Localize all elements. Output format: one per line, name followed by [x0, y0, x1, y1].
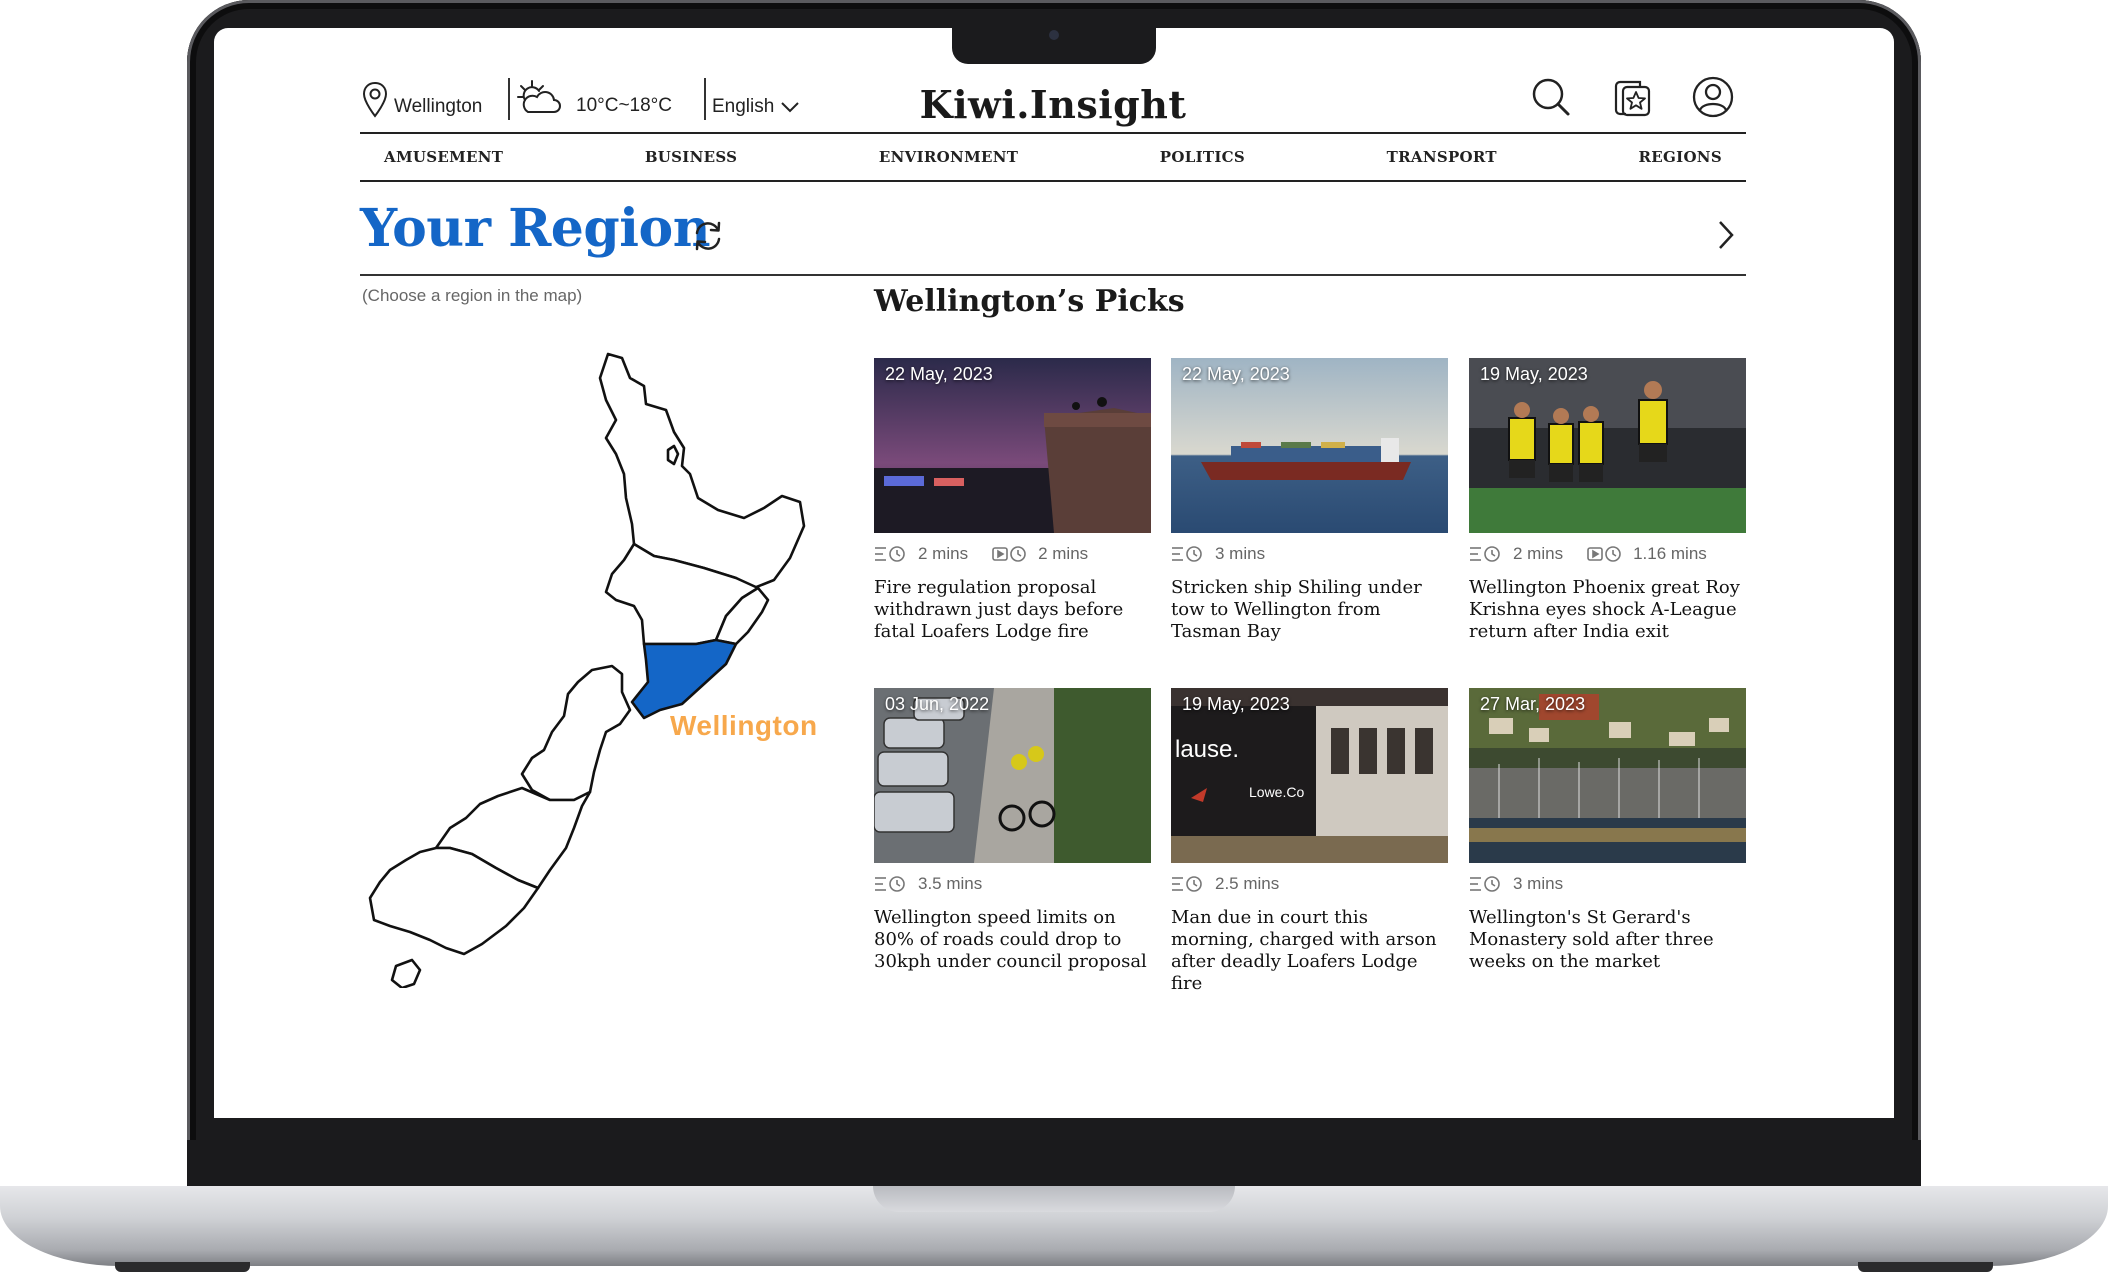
article-card[interactable]: 03 Jun, 2022 3.5 mins Wellington speed l… [874, 688, 1151, 973]
video-time: 1.16 mins [1633, 544, 1707, 563]
site-logo[interactable]: Kiwi.Insight [920, 82, 1187, 127]
divider [508, 78, 510, 120]
weather: 10°C~18°C [516, 78, 672, 118]
read-time-icon [1172, 876, 1202, 892]
read-time-icon [875, 546, 905, 562]
region-map [368, 352, 806, 988]
map-hint: (Choose a region in the map) [362, 286, 583, 305]
article-meta: 2 mins 2 mins [874, 543, 1151, 565]
nav-item-politics[interactable]: POLITICS [1160, 148, 1245, 166]
article-date: 27 Mar, 2023 [1480, 694, 1586, 714]
selected-region-label: Wellington [670, 710, 818, 741]
article-card[interactable]: 22 May, 2023 3 mins Stricken ship Shilin… [1171, 358, 1448, 643]
location-pin-icon [362, 81, 388, 118]
article-meta: 3 mins [1469, 873, 1746, 895]
image-sign-text: lause. [1175, 736, 1240, 763]
top-bar: Wellington 10°C~18°C English Kiwi.Insigh… [360, 72, 1746, 134]
read-time: 2 mins [918, 544, 969, 563]
article-thumbnail[interactable]: 22 May, 2023 [874, 358, 1151, 533]
article-thumbnail[interactable]: 22 May, 2023 [1171, 358, 1448, 533]
article-headline[interactable]: Stricken ship Shiling under tow to Welli… [1171, 577, 1453, 643]
read-time-icon [1172, 546, 1202, 562]
chevron-right-icon[interactable] [1710, 218, 1740, 252]
article-card[interactable]: 27 Mar, 2023 3 mins Wellington's St Gera… [1469, 688, 1746, 973]
read-time: 3 mins [1215, 544, 1266, 563]
main-nav: AMUSEMENT BUSINESS ENVIRONMENT POLITICS … [360, 134, 1746, 182]
article-date: 19 May, 2023 [1480, 364, 1588, 384]
article-card[interactable]: 19 May, 2023 2 mins 1.16 mins Wellington… [1469, 358, 1746, 643]
chevron-down-icon [781, 102, 800, 113]
article-headline[interactable]: Wellington speed limits on 80% of roads … [874, 907, 1156, 973]
screen: Wellington 10°C~18°C English Kiwi.Insigh… [214, 28, 1894, 1118]
user-account-icon[interactable] [1690, 74, 1736, 120]
article-meta: 2 mins 1.16 mins [1469, 543, 1746, 565]
section-title: Wellington’s Picks [874, 284, 1185, 319]
article-meta: 2.5 mins [1171, 873, 1448, 895]
weather-text: 10°C~18°C [576, 95, 673, 116]
laptop-foot-left [115, 1262, 250, 1272]
region-header: Your Region [360, 198, 1746, 276]
refresh-icon[interactable] [690, 218, 726, 254]
page-title: Your Region [360, 198, 711, 259]
video-time-icon [992, 546, 1026, 562]
favorites-icon[interactable] [1610, 74, 1656, 120]
article-meta: 3.5 mins [874, 873, 1151, 895]
video-time: 2 mins [1038, 544, 1089, 563]
map-island-stewart [390, 958, 422, 988]
map-region-wellington[interactable] [630, 638, 738, 720]
read-time-icon [1470, 546, 1500, 562]
location-selector[interactable]: Wellington [360, 80, 482, 120]
article-thumbnail[interactable]: 19 May, 2023 [1469, 358, 1746, 533]
article-headline[interactable]: Wellington's St Gerard's Monastery sold … [1469, 907, 1751, 973]
laptop-bezel [187, 1140, 1921, 1188]
search-icon[interactable] [1528, 74, 1574, 120]
read-time-icon [875, 876, 905, 892]
article-card[interactable]: lause. Lowe.Co 19 May, 2023 2.5 mins Man… [1171, 688, 1448, 995]
article-date: 19 May, 2023 [1182, 694, 1290, 714]
read-time: 3.5 mins [918, 874, 983, 893]
article-thumbnail[interactable]: lause. Lowe.Co 19 May, 2023 [1171, 688, 1448, 863]
article-date: 22 May, 2023 [885, 364, 993, 384]
read-time: 3 mins [1513, 874, 1564, 893]
article-date: 03 Jun, 2022 [885, 694, 990, 714]
image-sign-text: Lowe.Co [1249, 784, 1305, 800]
location-text: Wellington [394, 96, 483, 117]
laptop-opening-notch [873, 1186, 1235, 1212]
article-headline[interactable]: Fire regulation proposal withdrawn just … [874, 577, 1156, 643]
language-text: English [712, 96, 775, 117]
article-thumbnail[interactable]: 27 Mar, 2023 [1469, 688, 1746, 863]
video-time-icon [1587, 546, 1621, 562]
article-meta: 3 mins [1171, 543, 1448, 565]
article-date: 22 May, 2023 [1182, 364, 1290, 384]
read-time: 2.5 mins [1215, 874, 1280, 893]
laptop-foot-right [1858, 1262, 1993, 1272]
nav-item-business[interactable]: BUSINESS [645, 148, 738, 166]
article-thumbnail[interactable]: 03 Jun, 2022 [874, 688, 1151, 863]
divider [704, 78, 706, 120]
language-selector[interactable]: English [712, 96, 800, 118]
nav-item-transport[interactable]: TRANSPORT [1387, 148, 1497, 166]
nav-item-environment[interactable]: ENVIRONMENT [879, 148, 1018, 166]
map-region-top-south[interactable] [520, 664, 632, 802]
article-headline[interactable]: Wellington Phoenix great Roy Krishna eye… [1469, 577, 1751, 643]
article-headline[interactable]: Man due in court this morning, charged w… [1171, 907, 1453, 995]
read-time: 2 mins [1513, 544, 1564, 563]
camera-icon [1049, 30, 1059, 40]
nav-item-amusement[interactable]: AMUSEMENT [384, 148, 503, 166]
read-time-icon [1470, 876, 1500, 892]
partly-cloudy-icon [517, 80, 561, 113]
nav-item-regions[interactable]: REGIONS [1639, 148, 1722, 166]
article-card[interactable]: 22 May, 2023 2 mins 2 mins Fire regulati… [874, 358, 1151, 643]
